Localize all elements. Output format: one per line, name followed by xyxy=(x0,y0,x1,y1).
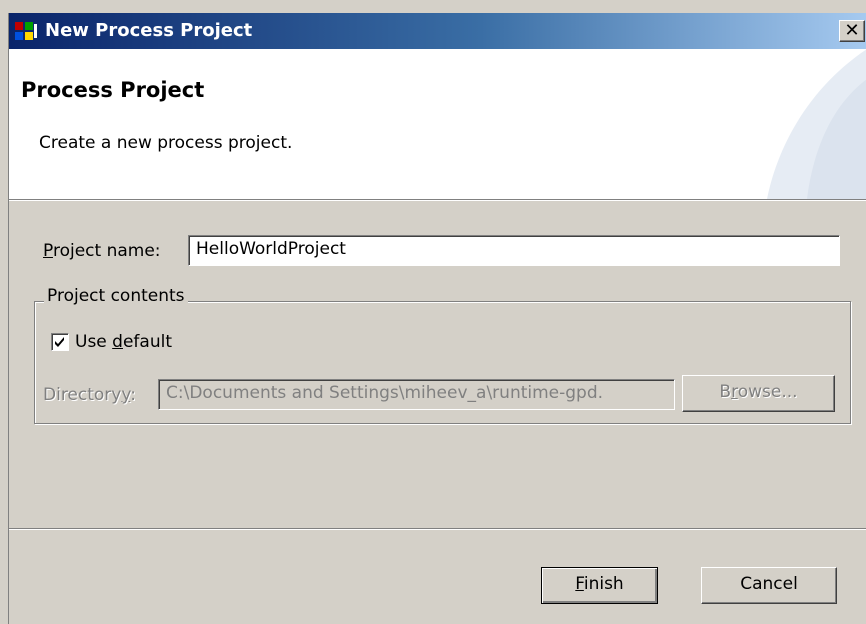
footer-separator xyxy=(9,528,866,530)
header-banner: Process Project Create a new process pro… xyxy=(9,49,866,199)
banner-decoration-icon xyxy=(767,49,866,199)
project-name-label: Project name: xyxy=(43,241,161,261)
cancel-button[interactable]: Cancel xyxy=(701,567,837,604)
project-contents-legend: Project contents xyxy=(44,286,188,306)
header-separator xyxy=(9,199,866,201)
page-description: Create a new process project. xyxy=(39,133,293,153)
use-default-checkbox[interactable] xyxy=(51,333,69,351)
app-icon xyxy=(15,22,37,40)
dialog-window: New Process Project ✕ Process Project Cr… xyxy=(8,13,866,624)
close-icon: ✕ xyxy=(844,20,860,41)
window-title: New Process Project xyxy=(45,20,253,41)
page-title: Process Project xyxy=(21,78,205,102)
title-bar[interactable]: New Process Project ✕ xyxy=(9,13,866,49)
directory-input[interactable]: C:\Documents and Settings\miheev_a\runti… xyxy=(158,379,675,410)
checkmark-icon xyxy=(55,337,64,347)
use-default-label[interactable]: Use default xyxy=(75,332,172,352)
project-name-input[interactable]: HelloWorldProject xyxy=(188,235,840,266)
finish-button[interactable]: Finish xyxy=(541,567,658,604)
browse-button[interactable]: Browse... xyxy=(682,375,835,412)
directory-label: Directoryy: xyxy=(43,385,136,405)
close-button[interactable]: ✕ xyxy=(839,20,865,42)
